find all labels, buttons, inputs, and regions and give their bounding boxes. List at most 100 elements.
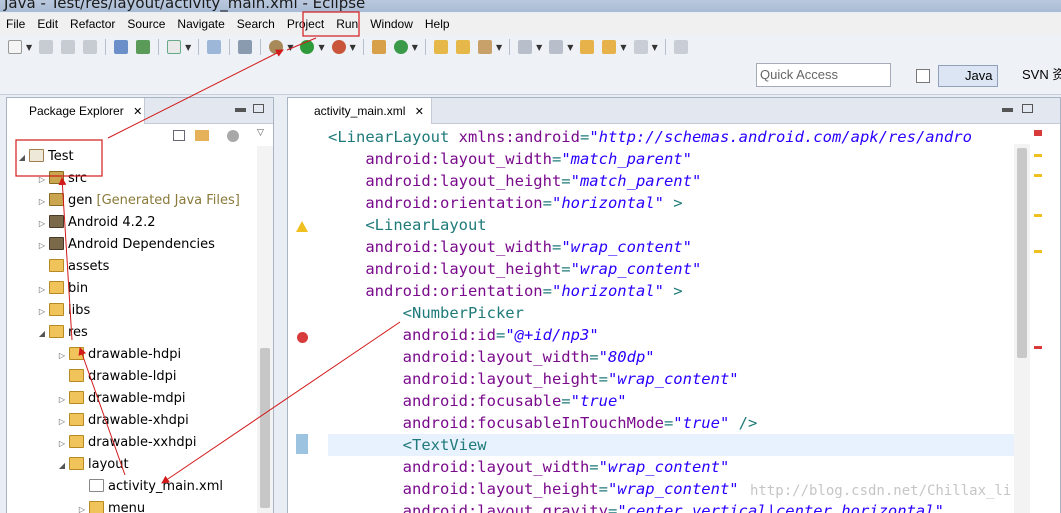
tree-item[interactable]: ▷ Android Dependencies (37, 234, 215, 256)
menu-run[interactable]: Run (330, 14, 364, 34)
last-edit-location-icon[interactable] (580, 40, 595, 54)
code-line[interactable]: android:focusable="true" (328, 390, 627, 412)
code-line[interactable]: android:layout_height="match_parent" (328, 170, 701, 192)
collapsed-twistie-icon[interactable]: ▷ (37, 301, 47, 323)
error-marker-icon[interactable] (1034, 130, 1042, 136)
scrollbar-thumb[interactable] (1017, 148, 1027, 358)
package-explorer-scrollbar[interactable] (257, 146, 273, 513)
code-line[interactable]: android:layout_width="wrap_content" (328, 236, 692, 258)
menu-source[interactable]: Source (121, 14, 171, 34)
search-icon[interactable] (477, 40, 492, 54)
collapsed-twistie-icon[interactable]: ▷ (57, 411, 67, 433)
tree-item[interactable]: ▷ gen [Generated Java Files] (37, 190, 240, 212)
open-resource-icon[interactable] (455, 40, 470, 54)
tree-item[interactable]: ▷ libs (37, 300, 90, 322)
tree-item[interactable]: ▷ drawable-xhdpi (57, 410, 189, 432)
code-line[interactable]: <LinearLayout xmlns:android="http://sche… (328, 126, 972, 148)
warning-icon[interactable] (296, 221, 308, 232)
code-line[interactable]: android:id="@+id/np3" (328, 324, 599, 346)
collapsed-twistie-icon[interactable]: ▷ (37, 279, 47, 301)
forward-icon[interactable] (633, 40, 648, 54)
next-annotation-icon[interactable] (518, 40, 533, 54)
code-line[interactable]: android:layout_height="wrap_content" (328, 478, 739, 500)
tree-item[interactable]: ◢ layout (57, 454, 129, 476)
tree-item[interactable]: ▷ bin (37, 278, 88, 300)
collapsed-twistie-icon[interactable]: ▷ (77, 499, 87, 513)
android-avd-icon[interactable] (136, 40, 151, 54)
tree-item[interactable]: ▷ drawable-mdpi (57, 388, 186, 410)
tree-item[interactable]: ▷ drawable-xxhdpi (57, 432, 196, 454)
debug-icon[interactable] (269, 40, 284, 54)
tree-item[interactable]: activity_main.xml (77, 476, 223, 498)
warning-marker-icon[interactable] (1034, 250, 1042, 253)
expanded-twistie-icon[interactable]: ◢ (57, 455, 67, 477)
view-menu-icon[interactable] (227, 130, 239, 142)
tree-item[interactable]: ▷ drawable-hdpi (57, 344, 181, 366)
code-line[interactable]: <LinearLayout (328, 214, 486, 236)
tree-item[interactable]: assets (37, 256, 109, 278)
collapsed-twistie-icon[interactable]: ▷ (37, 235, 47, 257)
collapsed-twistie-icon[interactable]: ▷ (57, 345, 67, 367)
skip-breakpoints-icon[interactable] (238, 40, 253, 54)
open-perspective-icon[interactable] (916, 69, 930, 83)
tree-item[interactable]: ◢ Test (17, 146, 74, 168)
code-line[interactable]: android:layout_width="match_parent" (328, 148, 692, 170)
error-icon[interactable] (297, 332, 308, 343)
menu-window[interactable]: Window (364, 14, 419, 34)
menu-refactor[interactable]: Refactor (64, 14, 121, 34)
editor-scrollbar[interactable] (1014, 144, 1030, 513)
close-icon[interactable]: ✕ (415, 106, 424, 118)
expanded-twistie-icon[interactable]: ◢ (17, 147, 27, 169)
new-android-project-icon[interactable] (207, 40, 222, 54)
print-icon[interactable] (83, 40, 98, 54)
minimize-icon[interactable] (1002, 108, 1013, 112)
previous-annotation-icon[interactable] (549, 40, 564, 54)
new-java-class-icon[interactable] (393, 40, 408, 54)
collapse-all-icon[interactable] (173, 130, 185, 141)
code-line[interactable]: android:layout_width="80dp" (328, 346, 655, 368)
code-line[interactable]: android:orientation="horizontal" > (328, 280, 682, 302)
code-line[interactable]: android:layout_height="wrap_content" (328, 368, 739, 390)
tree-item[interactable]: ▷ Android 4.2.2 (37, 212, 155, 234)
menu-search[interactable]: Search (231, 14, 281, 34)
collapsed-twistie-icon[interactable]: ▷ (37, 213, 47, 235)
external-tools-icon[interactable] (331, 40, 346, 54)
editor-tab-activity-main[interactable]: activity_main.xml ✕ (288, 98, 432, 124)
quick-access-input[interactable]: Quick Access (756, 63, 891, 87)
new-icon[interactable] (8, 40, 22, 54)
view-dropdown-icon[interactable]: ▽ (257, 128, 264, 138)
warning-marker-icon[interactable] (1034, 174, 1042, 177)
close-icon[interactable]: ✕ (133, 106, 142, 118)
code-line[interactable]: android:orientation="horizontal" > (328, 192, 682, 214)
pin-editor-icon[interactable] (673, 40, 688, 54)
maximize-icon[interactable] (1022, 104, 1033, 113)
run-icon[interactable] (300, 40, 315, 54)
code-line[interactable]: android:layout_width="wrap_content" (328, 456, 730, 478)
package-explorer-tab[interactable]: Package Explorer ✕ (7, 98, 145, 124)
open-type-icon[interactable] (433, 40, 448, 54)
code-line[interactable]: android:focusableInTouchMode="true" /> (328, 412, 758, 434)
expanded-twistie-icon[interactable]: ◢ (37, 323, 47, 345)
code-line[interactable]: <NumberPicker (328, 302, 524, 324)
checkbox-lint-icon[interactable] (167, 40, 182, 54)
menu-edit[interactable]: Edit (31, 14, 64, 34)
code-line[interactable]: <TextView (328, 434, 487, 456)
collapsed-twistie-icon[interactable]: ▷ (57, 433, 67, 455)
menu-project[interactable]: Project (281, 14, 330, 34)
menu-help[interactable]: Help (419, 14, 456, 34)
code-line[interactable]: android:layout_gravity="center_vertical|… (328, 500, 944, 513)
warning-marker-icon[interactable] (1034, 154, 1042, 157)
android-sdk-manager-icon[interactable] (114, 40, 129, 54)
maximize-icon[interactable] (253, 104, 264, 113)
tree-item[interactable]: ▷ menu (77, 498, 145, 513)
save-all-icon[interactable] (61, 40, 76, 54)
error-marker-icon[interactable] (1034, 346, 1042, 349)
scrollbar-thumb[interactable] (260, 348, 270, 508)
collapsed-twistie-icon[interactable]: ▷ (37, 169, 47, 191)
java-perspective-button[interactable]: Java (938, 65, 998, 87)
new-java-package-icon[interactable] (371, 40, 386, 54)
link-with-editor-icon[interactable] (195, 130, 209, 141)
minimize-icon[interactable] (235, 108, 246, 112)
svn-perspective-button[interactable]: SVN 资 (1002, 65, 1061, 87)
tree-item[interactable]: ▷ src (37, 168, 87, 190)
